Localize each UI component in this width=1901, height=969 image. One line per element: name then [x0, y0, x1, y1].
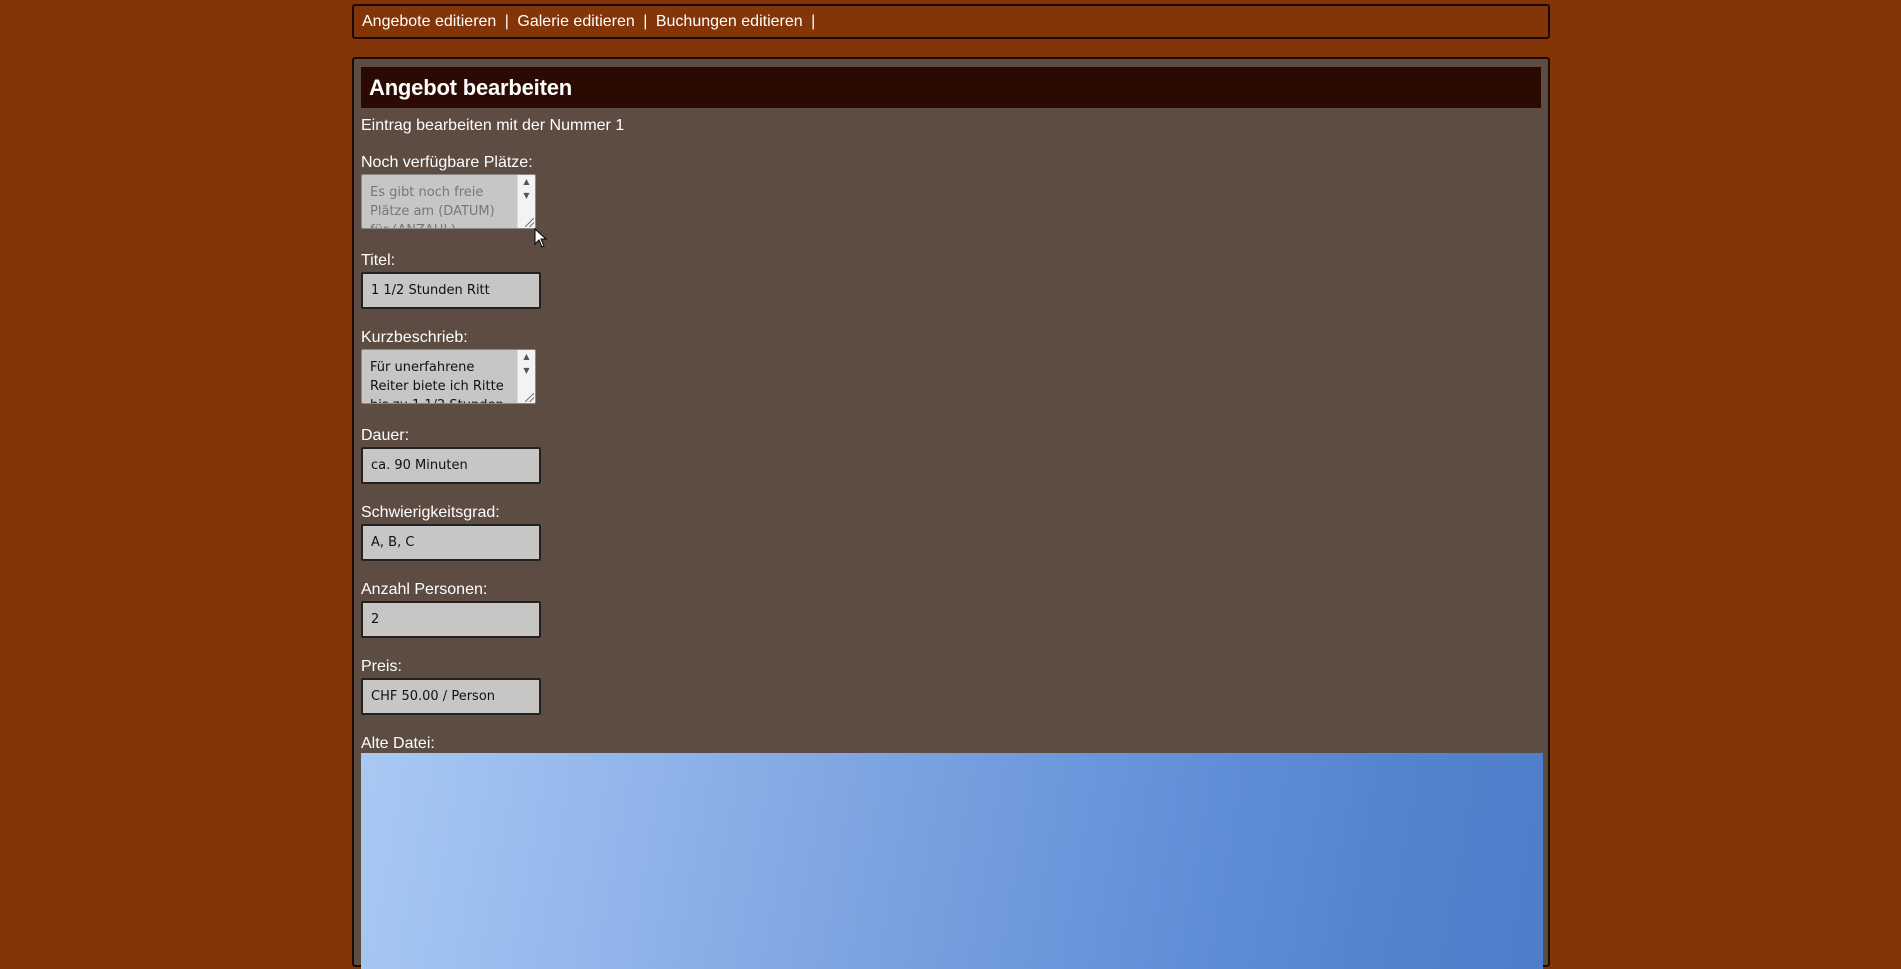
resize-grip-icon[interactable]	[525, 393, 534, 402]
nav-separator: |	[504, 13, 509, 30]
titel-group: Titel: 1 1/2 Stunden Ritt	[361, 252, 541, 309]
dauer-group: Dauer: ca. 90 Minuten	[361, 427, 541, 484]
dauer-label: Dauer:	[361, 427, 410, 444]
preis-label: Preis:	[361, 658, 402, 675]
nav-link-angebote[interactable]: Angebote editieren	[362, 13, 496, 30]
alte-datei-group: Alte Datei:	[361, 735, 435, 753]
schwierigkeit-label: Schwierigkeitsgrad:	[361, 504, 500, 521]
top-navigation: Angebote editieren | Galerie editieren |…	[352, 4, 1550, 39]
scroll-up-icon[interactable]: ▲	[518, 350, 535, 364]
titel-input[interactable]: 1 1/2 Stunden Ritt	[361, 272, 541, 309]
page-title: Angebot bearbeiten	[361, 67, 1541, 108]
personen-label: Anzahl Personen:	[361, 581, 488, 598]
mouse-cursor-icon	[534, 228, 548, 248]
dauer-input[interactable]: ca. 90 Minuten	[361, 447, 541, 484]
entry-subtitle: Eintrag bearbeiten mit der Nummer 1	[361, 117, 625, 134]
scroll-up-icon[interactable]: ▲	[518, 175, 535, 189]
kurzbeschrieb-label: Kurzbeschrieb:	[361, 329, 468, 346]
old-file-image	[361, 753, 1543, 969]
plaetze-placeholder: Es gibt noch freie Plätze am (DATUM) für…	[370, 185, 495, 228]
nav-link-buchungen[interactable]: Buchungen editieren	[656, 13, 803, 30]
scroll-down-icon[interactable]: ▼	[518, 364, 535, 378]
nav-separator: |	[643, 13, 648, 30]
kurzbeschrieb-textarea[interactable]: Für unerfahrene Reiter biete ich Ritte b…	[361, 349, 536, 404]
preis-input[interactable]: CHF 50.00 / Person	[361, 678, 541, 715]
scroll-down-icon[interactable]: ▼	[518, 189, 535, 203]
plaetze-group: Noch verfügbare Plätze: Es gibt noch fre…	[361, 154, 536, 229]
kurzbeschrieb-group: Kurzbeschrieb: Für unerfahrene Reiter bi…	[361, 329, 536, 404]
schwierigkeit-input[interactable]: A, B, C	[361, 524, 541, 561]
resize-grip-icon[interactable]	[525, 218, 534, 227]
nav-separator: |	[811, 13, 816, 30]
plaetze-label: Noch verfügbare Plätze:	[361, 154, 533, 171]
preis-group: Preis: CHF 50.00 / Person	[361, 658, 541, 715]
nav-link-galerie[interactable]: Galerie editieren	[517, 13, 634, 30]
alte-datei-label: Alte Datei:	[361, 735, 435, 752]
kurzbeschrieb-value: Für unerfahrene Reiter biete ich Ritte b…	[370, 360, 504, 403]
titel-label: Titel:	[361, 252, 396, 269]
edit-offer-panel: Angebot bearbeiten Eintrag bearbeiten mi…	[352, 57, 1550, 969]
personen-input[interactable]: 2	[361, 601, 541, 638]
personen-group: Anzahl Personen: 2	[361, 581, 541, 638]
schwierigkeit-group: Schwierigkeitsgrad: A, B, C	[361, 504, 541, 561]
plaetze-textarea[interactable]: Es gibt noch freie Plätze am (DATUM) für…	[361, 174, 536, 229]
